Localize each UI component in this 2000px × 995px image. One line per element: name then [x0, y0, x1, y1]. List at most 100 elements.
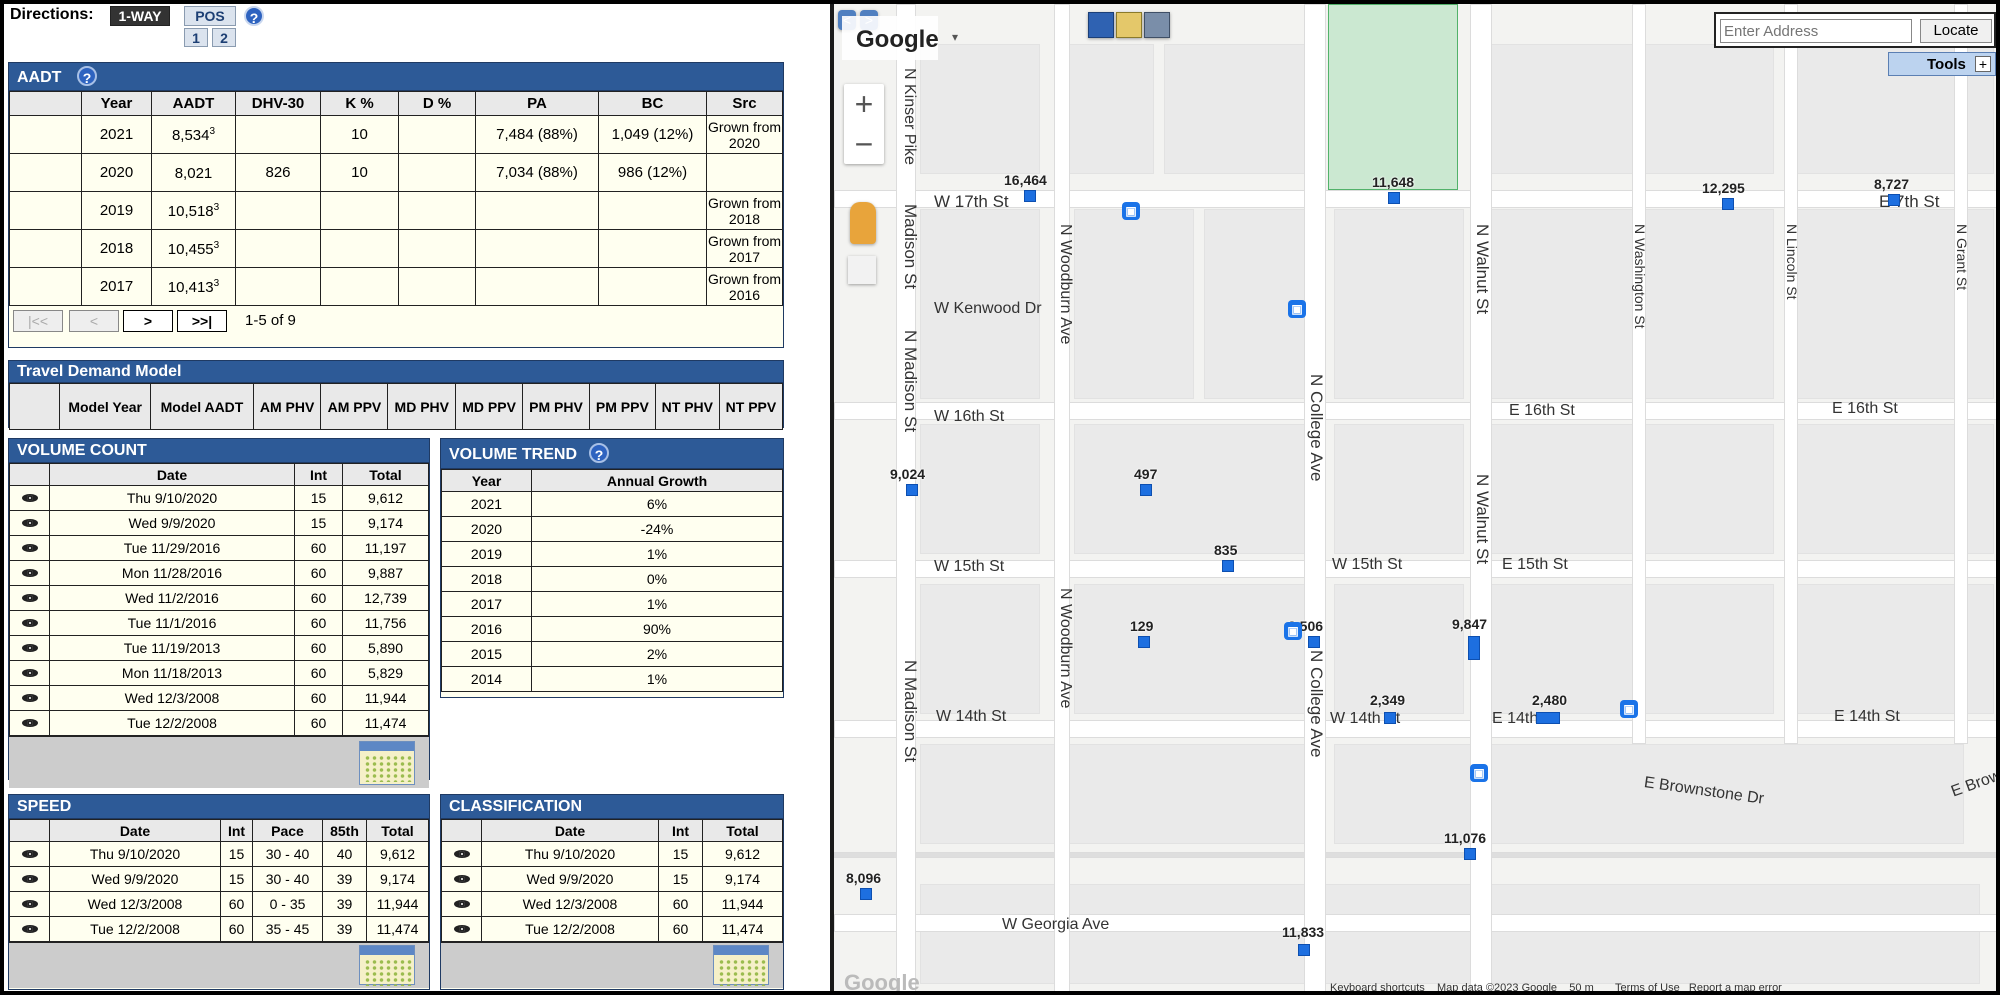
cell-k: [320, 191, 399, 230]
direction-1-button[interactable]: 1: [184, 28, 208, 47]
count-marker[interactable]: [1888, 194, 1900, 206]
cell-src: Grown from 2016: [706, 267, 783, 306]
keyboard-shortcuts-link[interactable]: Keyboard shortcuts: [1330, 982, 1425, 991]
row-spacer: [9, 153, 82, 192]
view-eye-icon[interactable]: [21, 593, 39, 603]
count-marker[interactable]: [1388, 192, 1400, 204]
col-header: PM PHV: [522, 383, 590, 430]
count-marker[interactable]: [1140, 484, 1152, 496]
count-marker[interactable]: [860, 888, 872, 900]
bus-stop-icon[interactable]: ▣: [1284, 622, 1302, 640]
cluster-tool-icon[interactable]: [1088, 12, 1114, 38]
locate-button[interactable]: Locate: [1920, 19, 1992, 43]
aadt-header: AADT?: [9, 63, 783, 91]
col-header: Int: [294, 463, 343, 486]
bus-stop-icon[interactable]: ▣: [1470, 764, 1488, 782]
count-marker[interactable]: [1384, 712, 1396, 724]
pegman-icon[interactable]: [850, 202, 876, 244]
last-page-button[interactable]: >>|: [177, 310, 227, 332]
ruler-tool-icon[interactable]: [1116, 12, 1142, 38]
view-cell[interactable]: [9, 685, 50, 711]
prev-page-button[interactable]: <: [69, 310, 119, 332]
view-eye-icon[interactable]: [21, 668, 39, 678]
count-marker[interactable]: [906, 484, 918, 496]
print-tool-icon[interactable]: [1144, 12, 1170, 38]
view-eye-icon[interactable]: [21, 518, 39, 528]
view-cell[interactable]: [9, 660, 50, 686]
bus-stop-icon[interactable]: ▣: [1122, 202, 1140, 220]
terms-link[interactable]: Terms of Use: [1615, 982, 1680, 991]
view-cell[interactable]: [9, 916, 50, 942]
zoom-box-icon[interactable]: [848, 256, 876, 284]
view-cell[interactable]: [9, 710, 50, 736]
tools-button[interactable]: Tools +: [1888, 52, 1996, 76]
view-eye-icon[interactable]: [453, 874, 471, 884]
count-marker[interactable]: [1138, 636, 1150, 648]
report-link[interactable]: Report a map error: [1689, 982, 1782, 991]
view-cell[interactable]: [9, 610, 50, 636]
street-label: N Madison St: [901, 660, 920, 763]
count-marker[interactable]: [1722, 198, 1734, 210]
map-view[interactable]: N Kinser Pike W 17th St E 7th St Madison…: [834, 4, 1996, 991]
pos-button[interactable]: POS: [184, 6, 236, 26]
zoom-out-button[interactable]: −: [844, 124, 884, 164]
view-eye-icon[interactable]: [21, 849, 39, 859]
view-eye-icon[interactable]: [21, 618, 39, 628]
view-eye-icon[interactable]: [21, 643, 39, 653]
help-icon[interactable]: ?: [244, 6, 264, 26]
calendar-icon[interactable]: [359, 945, 415, 986]
map-type-control[interactable]: Google ▾: [842, 16, 958, 60]
zoom-in-button[interactable]: +: [844, 84, 884, 124]
view-eye-icon[interactable]: [453, 924, 471, 934]
view-eye-icon[interactable]: [453, 849, 471, 859]
calendar-icon[interactable]: [359, 741, 415, 785]
view-cell[interactable]: [9, 585, 50, 611]
count-marker[interactable]: [1468, 636, 1480, 660]
view-cell[interactable]: [9, 535, 50, 561]
view-cell[interactable]: [441, 891, 482, 917]
first-page-button[interactable]: |<<: [13, 310, 63, 332]
view-cell[interactable]: [9, 891, 50, 917]
street-label: N College Ave: [1307, 650, 1326, 758]
volume-trend-help-icon[interactable]: ?: [589, 443, 609, 463]
view-cell[interactable]: [441, 866, 482, 892]
map-block: [920, 744, 1310, 844]
view-cell[interactable]: [9, 841, 50, 867]
count-marker[interactable]: [1308, 636, 1320, 648]
view-cell[interactable]: [9, 510, 50, 536]
next-page-button[interactable]: >: [123, 310, 173, 332]
count-marker[interactable]: [1024, 190, 1036, 202]
count-marker[interactable]: [1222, 560, 1234, 572]
view-eye-icon[interactable]: [21, 718, 39, 728]
address-input[interactable]: [1720, 19, 1912, 43]
view-eye-icon[interactable]: [21, 874, 39, 884]
volume-count-footer: [9, 736, 429, 788]
count-label: 11,076: [1444, 830, 1487, 846]
direction-2-button[interactable]: 2: [212, 28, 236, 47]
one-way-button[interactable]: 1-WAY: [110, 6, 170, 26]
view-cell[interactable]: [441, 841, 482, 867]
count-marker[interactable]: [1298, 944, 1310, 956]
aadt-help-icon[interactable]: ?: [77, 66, 97, 86]
view-eye-icon[interactable]: [21, 493, 39, 503]
view-eye-icon[interactable]: [21, 899, 39, 909]
table-cell: 60: [294, 710, 343, 736]
bus-stop-icon[interactable]: ▣: [1288, 300, 1306, 318]
count-marker[interactable]: [1464, 848, 1476, 860]
expand-icon[interactable]: +: [1975, 56, 1991, 72]
view-eye-icon[interactable]: [21, 693, 39, 703]
view-cell[interactable]: [441, 916, 482, 942]
calendar-icon[interactable]: [713, 945, 769, 986]
count-marker[interactable]: [1536, 712, 1560, 724]
view-eye-icon[interactable]: [21, 924, 39, 934]
view-cell[interactable]: [9, 866, 50, 892]
view-eye-icon[interactable]: [21, 543, 39, 553]
view-cell[interactable]: [9, 485, 50, 511]
table-cell: 60: [220, 891, 253, 917]
view-cell[interactable]: [9, 635, 50, 661]
view-eye-icon[interactable]: [453, 899, 471, 909]
bus-stop-icon[interactable]: ▣: [1620, 700, 1638, 718]
col-header: PA: [475, 91, 599, 116]
view-eye-icon[interactable]: [21, 568, 39, 578]
view-cell[interactable]: [9, 560, 50, 586]
